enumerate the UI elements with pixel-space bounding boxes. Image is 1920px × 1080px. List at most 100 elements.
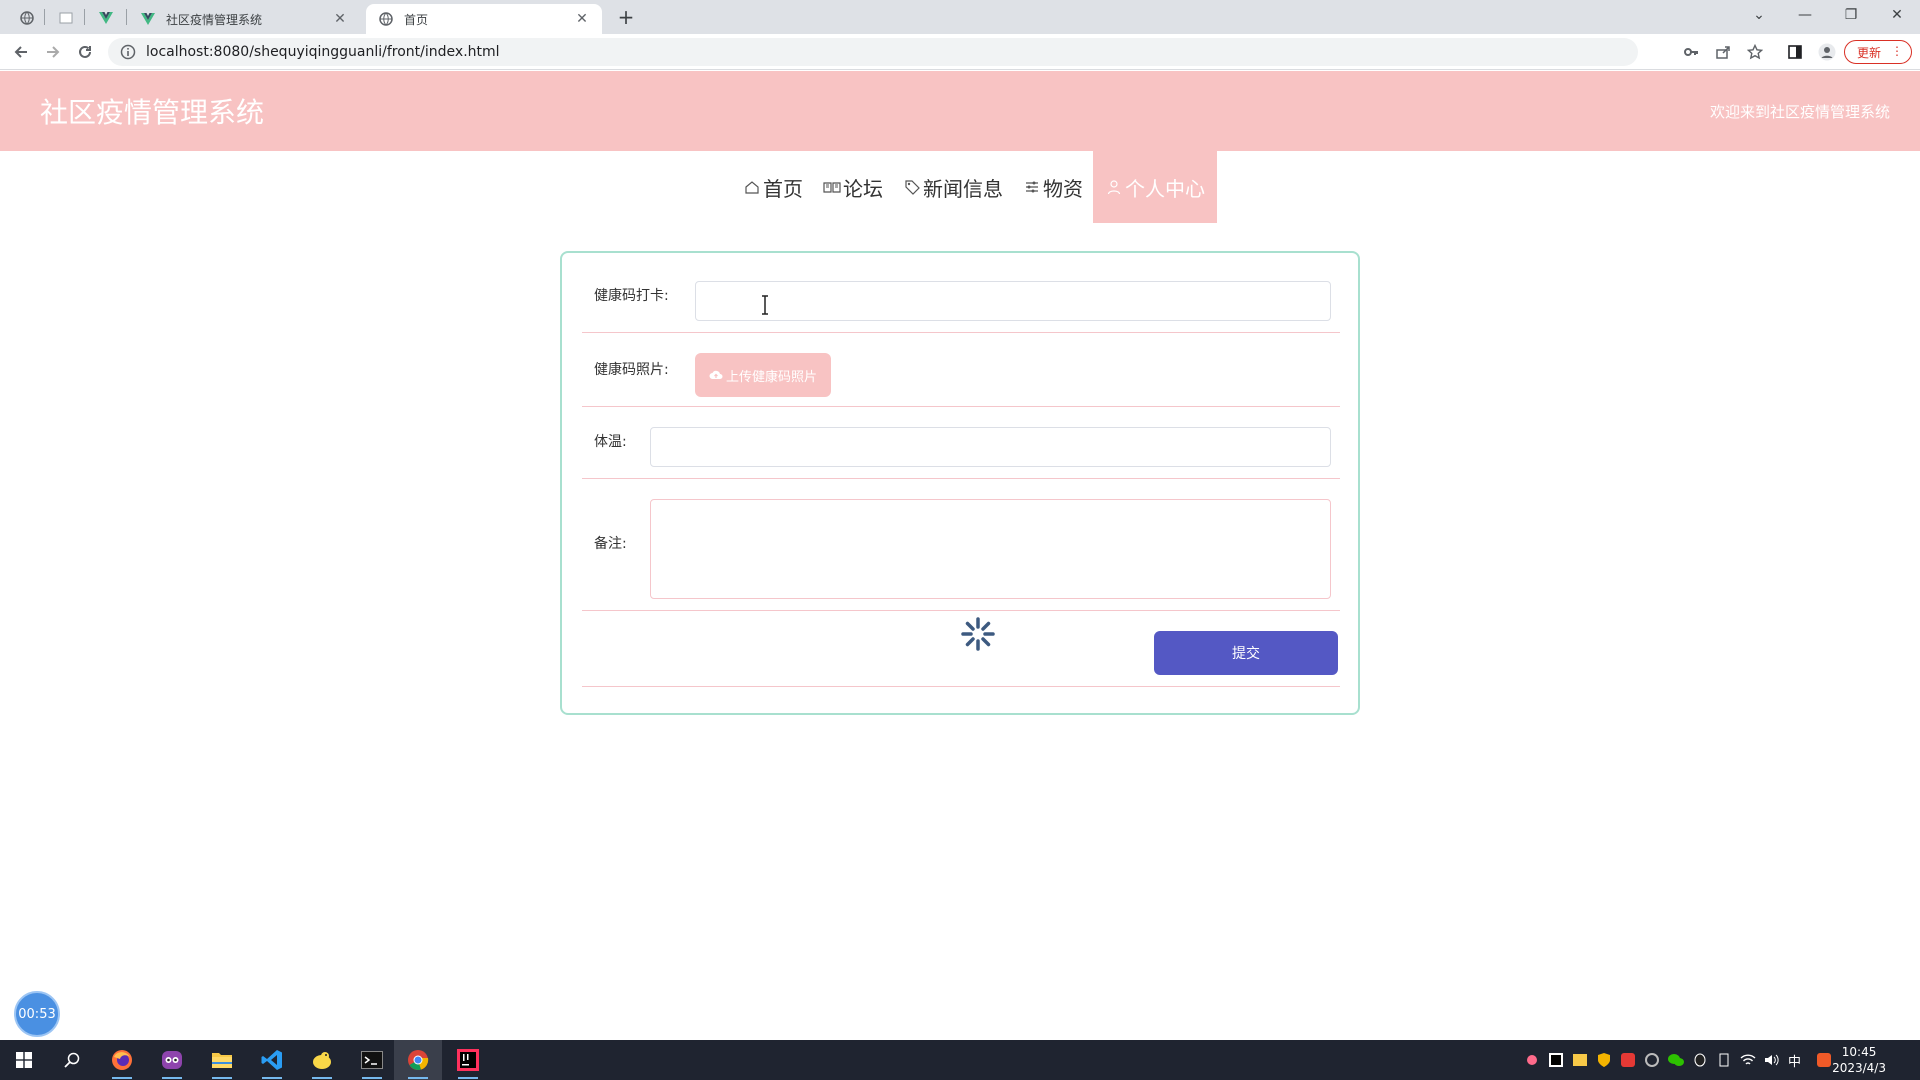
vue-logo-icon <box>99 12 113 24</box>
new-tab-button[interactable]: + <box>612 5 640 29</box>
minimize-button[interactable]: — <box>1782 0 1828 30</box>
blank-page-icon <box>59 12 73 24</box>
windows-taskbar: 中 10:45 2023/4/3 <box>0 1040 1920 1080</box>
nav-label: 首页 <box>763 176 803 201</box>
start-button[interactable] <box>0 1040 48 1080</box>
tray-qq-icon[interactable] <box>1692 1052 1708 1068</box>
taskbar-app-yellow[interactable] <box>298 1040 346 1080</box>
tab-close-icon[interactable]: ✕ <box>332 11 348 27</box>
submit-button[interactable]: 提交 <box>1154 631 1338 675</box>
cloud-upload-icon <box>709 368 723 382</box>
restore-button[interactable]: ❐ <box>1828 0 1874 30</box>
nav-item-supplies[interactable]: 物资 <box>1013 151 1093 223</box>
close-window-button[interactable]: ✕ <box>1874 0 1920 30</box>
temperature-label: 体温: <box>594 434 627 450</box>
tray-red-app-icon[interactable] <box>1620 1052 1636 1068</box>
taskbar-vscode[interactable] <box>248 1040 296 1080</box>
update-button[interactable]: 更新 ⋮ <box>1844 40 1912 64</box>
taskbar-intellij[interactable] <box>444 1040 492 1080</box>
pinned-tab-blank[interactable] <box>52 6 80 30</box>
tab-search-button[interactable]: ⌄ <box>1736 0 1782 30</box>
tray-shield-icon[interactable] <box>1596 1052 1612 1068</box>
taskbar-terminal[interactable] <box>348 1040 396 1080</box>
tab-separator <box>84 9 85 25</box>
form-row-health-code: 健康码打卡: <box>582 281 1340 333</box>
windows-logo-icon <box>16 1052 32 1068</box>
recording-timer-badge[interactable]: 00:53 <box>14 991 60 1037</box>
tray-intellij-icon[interactable] <box>1548 1052 1564 1068</box>
globe-icon <box>20 11 34 25</box>
ime-indicator[interactable]: 中 <box>1788 1051 1801 1070</box>
share-icon[interactable] <box>1710 39 1736 65</box>
vscode-icon <box>261 1050 282 1070</box>
form-row-temperature: 体温: <box>582 407 1340 479</box>
browser-toolbar: localhost:8080/shequyiqingguanli/front/i… <box>0 34 1920 70</box>
duck-app-icon <box>313 1052 331 1069</box>
health-code-input[interactable] <box>695 281 1331 321</box>
address-bar[interactable]: localhost:8080/shequyiqingguanli/front/i… <box>108 38 1638 66</box>
tab-close-icon[interactable]: ✕ <box>574 11 590 27</box>
star-icon[interactable] <box>1742 39 1768 65</box>
main-nav: 首页 论坛 新闻信息 物资 个人中心 <box>733 151 1217 223</box>
profile-avatar-icon[interactable] <box>1814 39 1840 65</box>
tab-home[interactable]: 首页 ✕ <box>366 4 602 34</box>
tag-icon <box>903 178 921 196</box>
temperature-input[interactable] <box>650 427 1331 467</box>
address-text: localhost:8080/shequyiqingguanli/front/i… <box>146 44 500 60</box>
welcome-text: 欢迎来到社区疫情管理系统 <box>1709 103 1890 121</box>
terminal-icon <box>361 1051 383 1069</box>
nav-item-forum[interactable]: 论坛 <box>813 151 893 223</box>
tray-folder-icon[interactable] <box>1572 1052 1588 1068</box>
tab-title: 首页 <box>404 12 429 27</box>
tab-community-system[interactable]: 社区疫情管理系统 ✕ <box>128 4 360 34</box>
wifi-icon[interactable] <box>1740 1052 1756 1068</box>
tray-flower-icon[interactable] <box>1524 1052 1540 1068</box>
taskbar-firefox[interactable] <box>98 1040 146 1080</box>
tray-sogou-icon[interactable] <box>1816 1052 1832 1068</box>
nav-label: 论坛 <box>843 176 883 201</box>
taskbar-clock[interactable]: 10:45 2023/4/3 <box>1832 1044 1886 1076</box>
pinned-tab-globe[interactable] <box>13 6 41 30</box>
health-checkin-form: 健康码打卡: 健康码照片: 上传健康码照片 体温: 备注: 提交 <box>560 251 1360 715</box>
home-icon <box>743 178 761 196</box>
tab-separator <box>44 9 45 25</box>
taskbar-chrome[interactable] <box>394 1040 442 1080</box>
arrow-left-icon <box>14 46 27 58</box>
nav-item-home[interactable]: 首页 <box>733 151 813 223</box>
upload-health-photo-button[interactable]: 上传健康码照片 <box>695 353 831 397</box>
reload-button[interactable] <box>72 39 98 65</box>
volume-icon[interactable] <box>1764 1052 1780 1068</box>
folder-icon <box>212 1053 232 1068</box>
taskbar-file-explorer[interactable] <box>198 1040 246 1080</box>
intellij-icon <box>457 1049 479 1071</box>
key-icon[interactable] <box>1678 39 1704 65</box>
loading-spinner-icon <box>961 617 995 651</box>
clock-date: 2023/4/3 <box>1832 1061 1886 1075</box>
pinned-tab-vue[interactable] <box>92 6 120 30</box>
reload-icon <box>79 45 91 58</box>
tray-usb-icon[interactable] <box>1716 1052 1732 1068</box>
user-icon <box>1105 178 1123 196</box>
more-menu-icon[interactable]: ⋮ <box>1891 44 1903 58</box>
tab-title: 社区疫情管理系统 <box>166 12 263 27</box>
forward-button[interactable] <box>40 39 66 65</box>
tab-separator <box>126 9 127 25</box>
health-code-label: 健康码打卡: <box>594 288 669 304</box>
remarks-textarea[interactable] <box>650 499 1331 599</box>
arrow-right-icon <box>47 46 60 58</box>
nav-item-news[interactable]: 新闻信息 <box>893 151 1013 223</box>
text-cursor-icon <box>762 295 768 315</box>
upload-label: 上传健康码照片 <box>725 369 817 385</box>
back-button[interactable] <box>8 39 34 65</box>
info-icon[interactable] <box>120 44 136 60</box>
side-panel-icon[interactable] <box>1782 39 1808 65</box>
update-label: 更新 <box>1857 45 1882 60</box>
tray-nvidia-icon[interactable] <box>1644 1052 1660 1068</box>
taskbar-app-purple[interactable] <box>148 1040 196 1080</box>
nav-item-personal-center[interactable]: 个人中心 <box>1093 151 1217 223</box>
sliders-icon <box>1023 178 1041 196</box>
search-button[interactable] <box>48 1040 96 1080</box>
book-icon <box>823 178 841 196</box>
form-row-remarks: 备注: <box>582 479 1340 611</box>
tray-wechat-icon[interactable] <box>1668 1052 1684 1068</box>
